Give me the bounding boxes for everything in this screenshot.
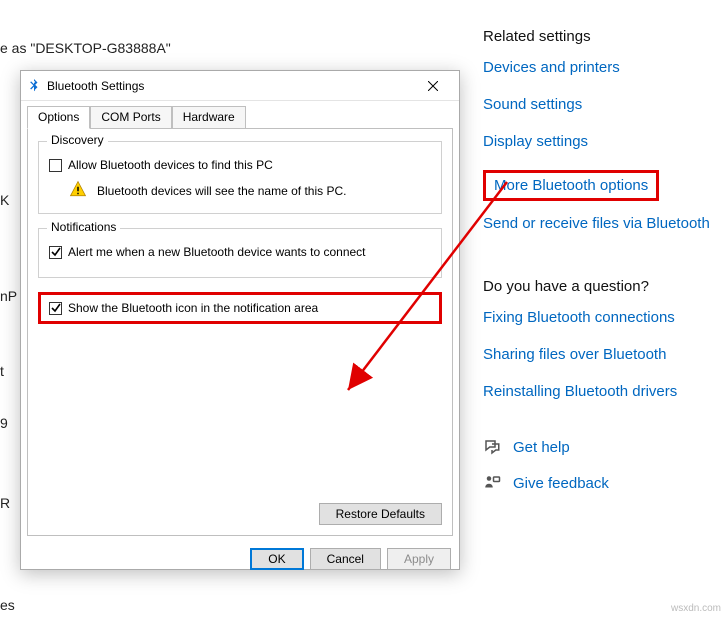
allow-discovery-label: Allow Bluetooth devices to find this PC [68, 158, 273, 172]
notifications-group: Notifications Alert me when a new Blueto… [38, 228, 442, 278]
alert-label: Alert me when a new Bluetooth device wan… [68, 245, 366, 259]
tab-options[interactable]: Options [27, 106, 90, 129]
bg-discoverable-text: e as "DESKTOP-G83888A" [0, 40, 171, 56]
close-button[interactable] [413, 72, 453, 100]
tab-com-ports[interactable]: COM Ports [90, 106, 171, 129]
bg-frag: K [0, 192, 9, 208]
tab-hardware[interactable]: Hardware [172, 106, 246, 129]
discovery-legend: Discovery [47, 133, 108, 147]
show-icon-row: Show the Bluetooth icon in the notificat… [38, 292, 442, 324]
notifications-legend: Notifications [47, 220, 120, 234]
show-icon-label: Show the Bluetooth icon in the notificat… [68, 301, 318, 315]
link-sharing-files[interactable]: Sharing files over Bluetooth [483, 346, 718, 363]
discovery-warning-text: Bluetooth devices will see the name of t… [97, 184, 346, 198]
warning-icon [69, 180, 87, 201]
bg-frag: 9 [0, 415, 8, 431]
link-devices-printers[interactable]: Devices and printers [483, 59, 718, 76]
dialog-title: Bluetooth Settings [47, 79, 413, 93]
apply-button: Apply [387, 548, 451, 570]
checkbox-allow-discovery[interactable] [49, 159, 62, 172]
link-send-receive-files[interactable]: Send or receive files via Bluetooth [483, 215, 718, 232]
bg-frag: t [0, 363, 4, 379]
link-get-help[interactable]: Get help [513, 439, 570, 456]
chat-icon [483, 438, 501, 456]
bluetooth-settings-dialog: Bluetooth Settings Options COM Ports Har… [20, 70, 460, 570]
discovery-group: Discovery Allow Bluetooth devices to fin… [38, 141, 442, 214]
link-display-settings[interactable]: Display settings [483, 133, 718, 150]
checkbox-alert-new-device[interactable] [49, 246, 62, 259]
restore-defaults-button[interactable]: Restore Defaults [319, 503, 442, 525]
tab-strip: Options COM Ports Hardware [27, 105, 459, 128]
cancel-button[interactable]: Cancel [310, 548, 381, 570]
question-heading: Do you have a question? [483, 278, 718, 295]
link-sound-settings[interactable]: Sound settings [483, 96, 718, 113]
bluetooth-icon [27, 79, 41, 93]
watermark: wsxdn.com [671, 603, 721, 614]
checkbox-show-tray-icon[interactable] [49, 302, 62, 315]
feedback-icon [483, 474, 501, 492]
link-fixing-bluetooth[interactable]: Fixing Bluetooth connections [483, 309, 718, 326]
settings-side-panel: Related settings Devices and printers So… [483, 28, 718, 510]
related-settings-heading: Related settings [483, 28, 718, 45]
ok-button[interactable]: OK [250, 548, 303, 570]
bg-frag: es [0, 597, 15, 613]
bg-frag: R [0, 495, 10, 511]
bg-frag: nP [0, 288, 17, 304]
dialog-buttons: OK Cancel Apply [21, 542, 459, 578]
link-more-bluetooth-options[interactable]: More Bluetooth options [483, 170, 659, 201]
link-give-feedback[interactable]: Give feedback [513, 475, 609, 492]
titlebar[interactable]: Bluetooth Settings [21, 71, 459, 101]
tab-page-options: Discovery Allow Bluetooth devices to fin… [27, 128, 453, 536]
link-reinstalling-drivers[interactable]: Reinstalling Bluetooth drivers [483, 383, 718, 400]
